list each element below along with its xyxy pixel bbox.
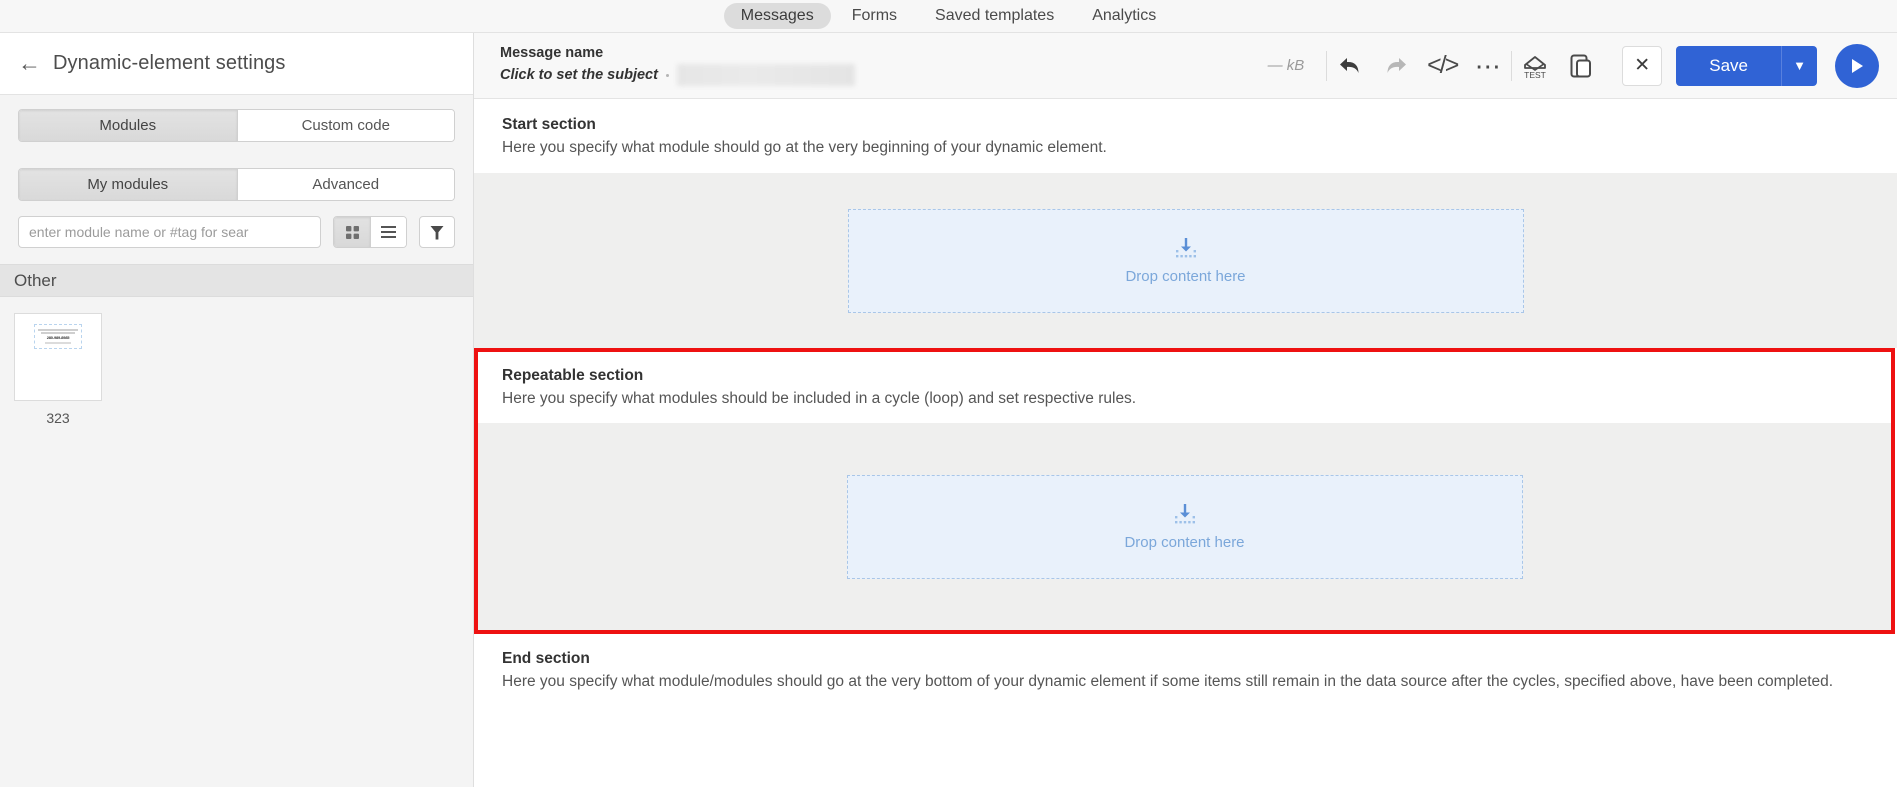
undo-icon[interactable] — [1327, 43, 1373, 89]
message-subject-row: Click to set the subject — [500, 64, 855, 86]
history-tools: </> ⋯ — [1327, 43, 1511, 89]
sidebar-header: ← Dynamic-element settings — [0, 33, 473, 95]
grid-view-icon[interactable] — [334, 217, 370, 247]
top-tab-bar: Messages Forms Saved templates Analytics — [0, 0, 1897, 33]
repeatable-dropzone[interactable]: Drop content here — [846, 474, 1523, 579]
play-icon — [1852, 58, 1863, 73]
redo-icon[interactable] — [1373, 43, 1419, 89]
separator-dot — [665, 73, 669, 77]
primary-segment-wrap: Modules Custom code — [0, 95, 473, 142]
save-button[interactable]: Save — [1676, 45, 1781, 86]
module-grid: 280-989-8985 323 — [0, 297, 473, 442]
play-button[interactable] — [1835, 43, 1879, 88]
repeatable-section-header: Repeatable section Here you specify what… — [478, 352, 1891, 423]
module-card[interactable]: 280-989-8985 323 — [14, 313, 102, 426]
message-meta: Message name Click to set the subject — [500, 45, 855, 86]
message-name[interactable]: Message name — [500, 45, 855, 62]
module-group-header: Other — [0, 264, 473, 297]
repeatable-section-description: Here you specify what modules should be … — [502, 390, 1137, 407]
repeatable-section-drop-area: Drop content here — [478, 423, 1891, 630]
tab-forms[interactable]: Forms — [835, 3, 914, 29]
segment-my-modules[interactable]: My modules — [19, 169, 237, 200]
search-row — [0, 201, 473, 264]
secondary-segment-wrap: My modules Advanced — [0, 142, 473, 201]
start-section-title: Start section — [502, 116, 596, 133]
back-arrow-icon[interactable]: ← — [18, 52, 41, 75]
duplicate-icon[interactable] — [1558, 43, 1604, 89]
drop-content-icon — [1175, 238, 1196, 258]
redacted-subject-value — [676, 64, 855, 86]
editor-canvas: Start section Here you specify what modu… — [474, 99, 1897, 787]
message-subject-prompt[interactable]: Click to set the subject — [500, 67, 658, 84]
repeatable-section-title: Repeatable section — [502, 367, 644, 384]
more-options-icon[interactable]: ⋯ — [1465, 43, 1511, 89]
filter-funnel-icon[interactable] — [419, 216, 455, 248]
send-test-icon[interactable]: TEST — [1512, 43, 1558, 89]
start-section-description: Here you specify what module should go a… — [502, 139, 1107, 156]
tab-saved-templates[interactable]: Saved templates — [918, 3, 1071, 29]
module-name: 323 — [46, 410, 70, 426]
start-section-drop-area: Drop content here — [474, 173, 1897, 348]
tab-messages[interactable]: Messages — [723, 3, 831, 29]
drop-content-icon — [1174, 504, 1195, 524]
code-view-icon[interactable]: </> — [1419, 43, 1465, 89]
module-thumbnail: 280-989-8985 — [14, 313, 102, 401]
start-dropzone[interactable]: Drop content here — [847, 208, 1524, 313]
main-layout: ← Dynamic-element settings Modules Custo… — [0, 33, 1897, 787]
primary-segment: Modules Custom code — [18, 109, 455, 142]
message-tools: TEST — [1512, 43, 1604, 89]
view-toggle — [333, 216, 407, 248]
tab-analytics[interactable]: Analytics — [1075, 3, 1173, 29]
end-section-header: End section Here you specify what module… — [474, 634, 1897, 709]
module-thumb-preview: 280-989-8985 — [34, 324, 82, 349]
list-view-icon[interactable] — [370, 217, 406, 247]
editor-panel: Message name Click to set the subject — … — [474, 33, 1897, 787]
repeatable-section-highlight: Repeatable section Here you specify what… — [474, 348, 1895, 634]
svg-text:TEST: TEST — [1524, 70, 1546, 80]
segment-custom-code[interactable]: Custom code — [236, 110, 454, 141]
end-section-description: Here you specify what module/modules sho… — [502, 673, 1834, 690]
end-section-title: End section — [502, 650, 590, 667]
repeatable-dropzone-label: Drop content here — [1124, 534, 1245, 551]
segment-modules[interactable]: Modules — [19, 110, 237, 141]
close-button[interactable]: ✕ — [1622, 45, 1663, 86]
module-thumb-text: 280-989-8985 — [46, 335, 70, 340]
page-title: Dynamic-element settings — [53, 52, 286, 74]
segment-advanced[interactable]: Advanced — [236, 169, 454, 200]
modules-sidebar: ← Dynamic-element settings Modules Custo… — [0, 33, 474, 787]
search-input[interactable] — [18, 216, 321, 248]
secondary-segment: My modules Advanced — [18, 168, 455, 201]
editor-toolbar: Message name Click to set the subject — … — [474, 33, 1897, 99]
message-size-label: — kB — [1267, 57, 1305, 74]
save-button-group: Save ▼ — [1676, 45, 1817, 86]
start-dropzone-label: Drop content here — [1125, 268, 1246, 285]
save-dropdown-chevron-down-icon[interactable]: ▼ — [1781, 45, 1817, 86]
start-section-header: Start section Here you specify what modu… — [474, 99, 1897, 173]
